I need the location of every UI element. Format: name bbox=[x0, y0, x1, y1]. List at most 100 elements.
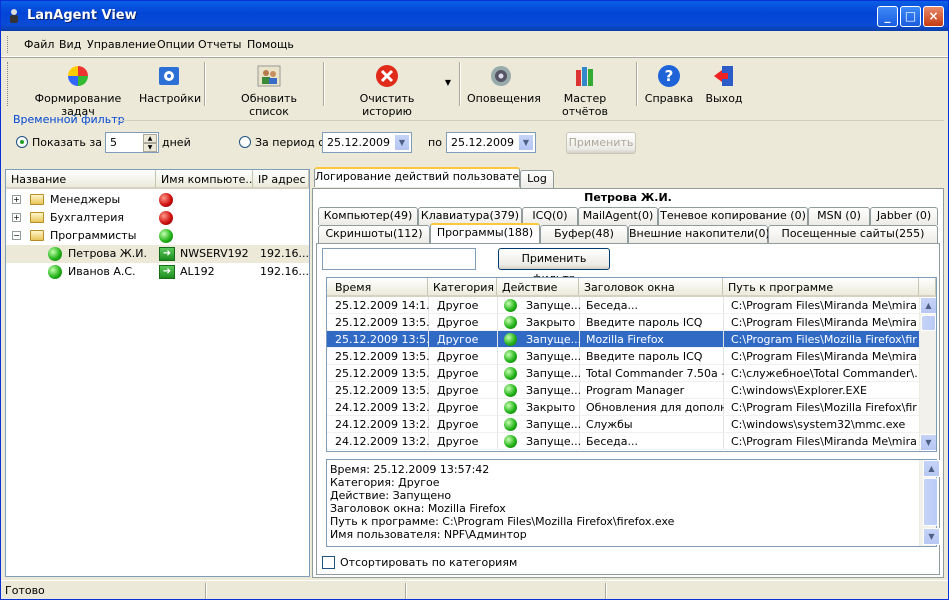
tab-jabber[interactable]: Jabber (0) bbox=[870, 207, 938, 225]
report-wizard-button[interactable]: Мастер отчётов bbox=[542, 62, 628, 118]
status-divider bbox=[605, 583, 607, 599]
details-box[interactable]: Время: 25.12.2009 13:57:42 Категория: Др… bbox=[326, 459, 940, 547]
tree-item-accounting[interactable]: + Бухгалтерия bbox=[6, 209, 309, 227]
tab-mailagent[interactable]: MailAgent(0) bbox=[578, 207, 658, 225]
scroll-thumb[interactable] bbox=[923, 478, 938, 526]
table-row[interactable]: 24.12.2009 13:2... Другое Запуще... Беседа.… bbox=[327, 433, 919, 450]
details-scrollbar[interactable]: ▲ ▼ bbox=[919, 460, 940, 546]
scroll-down-button[interactable]: ▼ bbox=[923, 528, 940, 545]
detail-path: Путь к программе: C:\Program Files\Mozil… bbox=[330, 515, 675, 528]
minimize-button[interactable]: _ bbox=[877, 6, 898, 27]
tree-item-programmers[interactable]: − Программисты bbox=[6, 227, 309, 245]
cell-action: Запуще... bbox=[526, 418, 582, 431]
tab-log[interactable]: Log bbox=[520, 170, 554, 188]
table-row[interactable]: 25.12.2009 13:5... Другое Запуще... Введите… bbox=[327, 348, 919, 365]
col-action[interactable]: Действие bbox=[497, 278, 579, 295]
table-row[interactable]: 25.12.2009 13:5... Другое Запуще... Total C… bbox=[327, 365, 919, 382]
scroll-up-button[interactable]: ▲ bbox=[920, 297, 936, 314]
filter-input[interactable] bbox=[322, 248, 476, 270]
title-bar[interactable]: LanAgent View _ □ × bbox=[1, 1, 948, 31]
tab-user-activity[interactable]: Логирование действий пользователя bbox=[314, 167, 533, 187]
close-button[interactable]: × bbox=[923, 6, 944, 27]
time-filter: Временной фильтр Показать за 5 ▲ ▼ дней … bbox=[1, 110, 948, 164]
refresh-list-button[interactable]: Обновить список bbox=[221, 62, 317, 118]
scroll-up-button[interactable]: ▲ bbox=[923, 460, 940, 477]
clear-history-button[interactable]: Очистить историю bbox=[335, 62, 439, 118]
date-from-value: 25.12.2009 bbox=[327, 136, 390, 149]
apply-filter-button[interactable]: Применить фильтр bbox=[498, 248, 610, 285]
tree-item-user[interactable]: Петрова Ж.И. ➜ NWSERV192 192.16... bbox=[6, 245, 309, 263]
table-row[interactable]: 24.12.2009 13:2... Другое Запуще... Службы C… bbox=[327, 416, 919, 433]
status-green-icon bbox=[159, 229, 173, 243]
date-to-picker[interactable]: 25.12.2009 ▼ bbox=[446, 132, 536, 153]
tree-item-user[interactable]: Иванов А.С. ➜ AL192 192.16... bbox=[6, 263, 309, 281]
date-from-dropdown[interactable]: ▼ bbox=[394, 134, 410, 151]
computer-name: AL192 bbox=[180, 265, 215, 278]
col-time[interactable]: Время bbox=[327, 278, 428, 295]
table-row[interactable]: 25.12.2009 13:5... Другое Запуще... Mozilla… bbox=[327, 331, 919, 348]
show-for-radio[interactable] bbox=[16, 136, 28, 148]
help-button[interactable]: ? Справка bbox=[644, 62, 694, 108]
apply-button[interactable]: Применить bbox=[566, 132, 636, 154]
tab-visited-sites[interactable]: Посещенные сайты(255) bbox=[768, 225, 938, 243]
table-scrollbar[interactable]: ▲ ▼ bbox=[919, 297, 936, 451]
menu-options[interactable]: Опции bbox=[157, 38, 195, 51]
exit-button[interactable]: Выход bbox=[701, 62, 747, 108]
table-row[interactable]: 24.12.2009 13:2... Другое Закрыто Обновлени… bbox=[327, 399, 919, 416]
col-name[interactable]: Название bbox=[6, 170, 156, 187]
cell-title: Program Manager bbox=[586, 384, 685, 397]
days-input[interactable]: 5 ▲ ▼ bbox=[105, 132, 159, 153]
menu-manage[interactable]: Управление bbox=[87, 38, 156, 51]
tasks-button[interactable]: Формирование задач bbox=[21, 62, 135, 118]
expand-icon[interactable]: + bbox=[12, 213, 21, 222]
tab-external-drives[interactable]: Внешние накопители(0) bbox=[628, 225, 770, 243]
collapse-icon[interactable]: − bbox=[12, 231, 21, 240]
table-header: Время Категория Действие Заголовок окна … bbox=[327, 278, 936, 297]
spin-down-button[interactable]: ▼ bbox=[143, 143, 157, 152]
tab-clipboard[interactable]: Буфер(48) bbox=[540, 225, 628, 243]
tab-msn[interactable]: MSN (0) bbox=[808, 207, 870, 225]
col-program-path[interactable]: Путь к программе bbox=[723, 278, 919, 295]
col-category[interactable]: Категория bbox=[428, 278, 497, 295]
date-to-dropdown[interactable]: ▼ bbox=[518, 134, 534, 151]
col-ip[interactable]: IP адрес bbox=[253, 170, 309, 187]
col-computer[interactable]: Имя компьюте... bbox=[156, 170, 253, 187]
computer-tree: Название Имя компьюте... IP адрес + Мене… bbox=[5, 169, 310, 577]
exit-icon bbox=[714, 66, 733, 86]
clear-history-dropdown[interactable]: ▼ bbox=[443, 78, 453, 88]
sort-by-category-checkbox[interactable] bbox=[322, 556, 335, 569]
maximize-button[interactable]: □ bbox=[900, 6, 921, 27]
tab-shadow-copy[interactable]: Теневое копирование (0) bbox=[658, 207, 808, 225]
cell-time: 25.12.2009 14:1... bbox=[335, 299, 430, 312]
tree-item-managers[interactable]: + Менеджеры bbox=[6, 191, 309, 209]
status-red-icon bbox=[159, 193, 173, 207]
tab-programs[interactable]: Программы(188) bbox=[430, 223, 540, 243]
tab-screenshots[interactable]: Скриншоты(112) bbox=[318, 225, 430, 243]
cell-action: Запуще... bbox=[526, 384, 582, 397]
cell-category: Другое bbox=[437, 333, 479, 346]
status-text: Готово bbox=[5, 584, 45, 597]
period-radio[interactable] bbox=[239, 136, 251, 148]
cell-category: Другое bbox=[437, 367, 479, 380]
scroll-thumb[interactable] bbox=[921, 315, 936, 331]
cell-action: Запуще... bbox=[526, 333, 582, 346]
col-window-title[interactable]: Заголовок окна bbox=[579, 278, 723, 295]
expand-icon[interactable]: + bbox=[12, 195, 21, 204]
tab-computer[interactable]: Компьютер(49) bbox=[318, 207, 418, 225]
menu-help[interactable]: Помощь bbox=[247, 38, 294, 51]
alerts-button[interactable]: Оповещения bbox=[467, 62, 541, 108]
cell-title: Mozilla Firefox bbox=[586, 333, 664, 346]
cell-time: 25.12.2009 13:5... bbox=[335, 350, 430, 363]
help-icon: ? bbox=[658, 65, 680, 87]
date-from-picker[interactable]: 25.12.2009 ▼ bbox=[322, 132, 412, 153]
table-row[interactable]: 25.12.2009 13:5... Другое Закрыто Введите п… bbox=[327, 314, 919, 331]
spin-up-button[interactable]: ▲ bbox=[143, 134, 157, 143]
table-row[interactable]: 25.12.2009 13:5... Другое Запуще... Program… bbox=[327, 382, 919, 399]
scroll-down-button[interactable]: ▼ bbox=[920, 434, 936, 451]
menu-file[interactable]: Файл bbox=[24, 38, 54, 51]
table-row[interactable]: 25.12.2009 14:1... Другое Запуще... Беседа.… bbox=[327, 297, 919, 314]
menu-reports[interactable]: Отчеты bbox=[198, 38, 241, 51]
settings-button[interactable]: Настройки bbox=[139, 62, 201, 108]
menu-view[interactable]: Вид bbox=[59, 38, 81, 51]
cell-title: Total Commander 7.50a - ... bbox=[586, 367, 724, 380]
